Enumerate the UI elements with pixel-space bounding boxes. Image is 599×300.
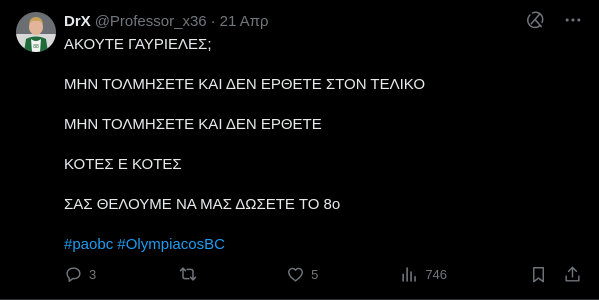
line-spacer xyxy=(64,55,579,75)
tweet-text-line: ΣΑΣ ΘΕΛΟΥΜΕ ΝΑ ΜΑΣ ΔΩΣΕΤΕ ΤΟ 8ο xyxy=(64,196,341,213)
tweet-body: ΑΚΟΥΤΕ ΓΑΥΡΙΕΛΕΣ; ΜΗΝ ΤΟΛΜΗΣΕΤΕ ΚΑΙ ΔΕΝ … xyxy=(64,35,579,255)
tweet-text-line: ΑΚΟΥΤΕ ΓΑΥΡΙΕΛΕΣ; xyxy=(64,36,212,53)
hashtag-line: #paobc #OlympiacosBC xyxy=(64,235,579,255)
reply-count: 3 xyxy=(89,266,97,282)
author-display-name[interactable]: DrX xyxy=(64,13,91,30)
player-avatar-icon: 88 xyxy=(16,12,56,52)
hashtag-link[interactable]: #OlympiacosBC xyxy=(117,236,225,253)
author-avatar[interactable]: 88 xyxy=(16,12,56,52)
tweet-text-line: ΜΗΝ ΤΟΛΜΗΣΕΤΕ ΚΑΙ ΔΕΝ ΕΡΘΕΤΕ xyxy=(64,116,322,133)
tweet-text-line: ΚΟΤΕΣ Ε ΚΟΤΕΣ xyxy=(64,156,182,173)
tweet-card[interactable]: 88 DrX @Professor_x36 · 21 Απρ ΑΚΟΥΤΕ ΓΑ… xyxy=(0,0,599,300)
more-icon[interactable] xyxy=(563,10,583,30)
reply-button[interactable]: 3 xyxy=(64,265,96,284)
like-count: 5 xyxy=(311,266,319,282)
retweet-button[interactable] xyxy=(178,264,204,284)
views-icon xyxy=(402,266,417,282)
heart-icon xyxy=(288,267,304,282)
tweet-action-bar: 3 5 746 xyxy=(64,263,583,285)
tweet-text-line: ΜΗΝ ΤΟΛΜΗΣΕΤΕ ΚΑΙ ΔΕΝ ΕΡΘΕΤΕ ΣΤΟΝ ΤΕΛΙΚΟ xyxy=(64,76,425,93)
share-icon[interactable] xyxy=(563,264,583,284)
author-handle[interactable]: @Professor_x36 xyxy=(95,13,207,30)
retweet-icon xyxy=(179,267,197,281)
line-spacer xyxy=(64,95,579,115)
tweet-header-actions xyxy=(525,10,583,30)
line-spacer xyxy=(64,175,579,195)
views-count: 746 xyxy=(425,266,448,282)
svg-text:88: 88 xyxy=(33,44,39,50)
header-separator: · xyxy=(210,12,216,30)
grok-icon[interactable] xyxy=(525,10,545,30)
line-spacer xyxy=(64,135,579,155)
tweet-date[interactable]: 21 Απρ xyxy=(220,13,269,30)
views-button[interactable]: 746 xyxy=(400,265,447,284)
line-spacer xyxy=(64,215,579,235)
bookmark-icon[interactable] xyxy=(529,264,549,284)
reply-icon xyxy=(66,266,81,282)
like-button[interactable]: 5 xyxy=(286,265,318,284)
hashtag-link[interactable]: #paobc xyxy=(64,236,113,253)
share-actions xyxy=(529,264,583,284)
tweet-header: DrX @Professor_x36 · 21 Απρ xyxy=(64,11,269,31)
